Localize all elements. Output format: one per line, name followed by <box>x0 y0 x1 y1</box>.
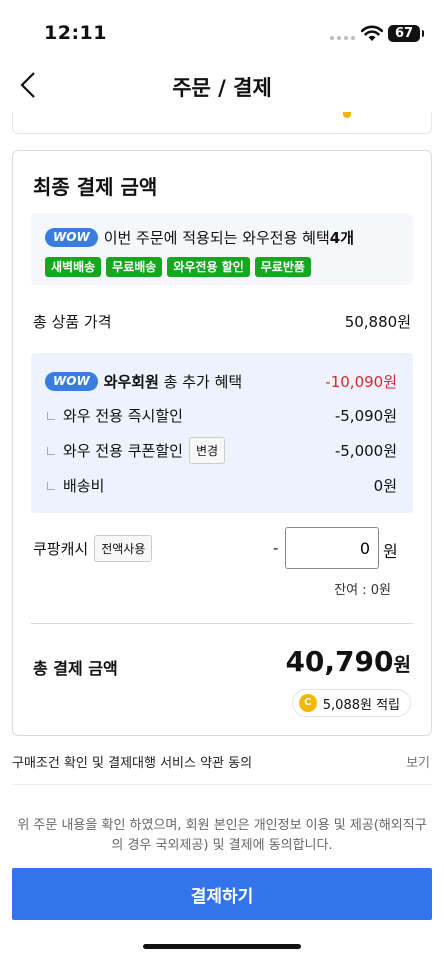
divider <box>12 784 432 785</box>
terms-view-link[interactable]: 보기 <box>406 752 430 771</box>
previous-section-edge <box>12 112 432 134</box>
wow-benefit-count: 4개 <box>329 229 355 247</box>
member-benefit-box: WOW 와우회원 총 추가 혜택 -10,090원 와우 전용 즉시할인 -5,… <box>31 353 413 513</box>
instant-discount-row: 와우 전용 즉시할인 -5,090원 <box>45 405 397 426</box>
chip-wow-discount: 와우전용 할인 <box>167 257 250 277</box>
chip-free-return: 무료반품 <box>254 257 311 277</box>
sub-item-mark <box>47 481 55 490</box>
final-total-amount: 40,790원 <box>285 645 411 678</box>
reward-points-badge: C 5,088원 적립 <box>291 689 411 717</box>
instant-discount-value: -5,090원 <box>334 407 397 425</box>
divider <box>31 623 413 624</box>
home-indicator <box>143 944 301 949</box>
cellular-signal-icon <box>330 36 355 40</box>
app-header: 주문 / 결제 <box>0 60 444 112</box>
product-total-label: 총 상품 가격 <box>33 313 112 331</box>
sub-item-mark <box>47 446 55 455</box>
pay-button[interactable]: 결제하기 <box>12 868 432 920</box>
coupang-cash-label: 쿠팡캐시 <box>33 539 89 558</box>
member-benefit-total: -10,090원 <box>325 373 397 391</box>
final-total-label: 총 결제 금액 <box>33 659 118 678</box>
cash-balance: 잔여 : 0원 <box>334 583 391 598</box>
wifi-icon <box>360 25 384 41</box>
status-time: 12:11 <box>44 22 107 44</box>
coupon-change-button[interactable]: 변경 <box>188 437 226 464</box>
terms-agreement-row: 구매조건 확인 및 결제대행 서비스 약관 동의 보기 <box>12 752 430 771</box>
consent-text: 위 주문 내용을 확인 하였으며, 회원 본인은 개인정보 이용 및 제공(해외… <box>17 818 427 853</box>
coupang-cash-row: 쿠팡캐시 전액사용 - 원 <box>33 527 411 569</box>
chip-free-shipping: 무료배송 <box>106 257 163 277</box>
product-total-row: 총 상품 가격 50,880원 <box>33 311 411 332</box>
coupon-discount-row: 와우 전용 쿠폰할인 변경 -5,000원 <box>45 437 397 464</box>
card-title: 최종 결제 금액 <box>33 175 158 199</box>
sub-item-mark <box>47 411 55 420</box>
shipping-fee-row: 배송비 0원 <box>45 475 397 496</box>
cash-minus-sign: - <box>273 539 279 557</box>
wow-benefit-line: WOW 이번 주문에 적용되는 와우전용 혜택4개 <box>45 227 354 248</box>
cash-unit: 원 <box>383 542 398 561</box>
instant-discount-label: 와우 전용 즉시할인 <box>63 407 183 425</box>
status-bar: 12:11 67 <box>0 0 444 60</box>
coupon-discount-value: -5,000원 <box>334 442 397 460</box>
use-all-cash-button[interactable]: 전액사용 <box>94 534 153 562</box>
terms-label: 구매조건 확인 및 결제대행 서비스 약관 동의 <box>12 756 253 771</box>
final-payment-card: 최종 결제 금액 WOW 이번 주문에 적용되는 와우전용 혜택4개 새벽배송 … <box>12 150 432 736</box>
coupon-discount-label: 와우 전용 쿠폰할인 <box>63 442 183 460</box>
wow-benefit-text: 이번 주문에 적용되는 와우전용 혜택4개 <box>103 229 355 247</box>
reward-points-text: 5,088원 적립 <box>322 697 400 713</box>
coin-icon: C <box>298 694 317 712</box>
page-title: 주문 / 결제 <box>172 76 272 100</box>
benefit-chips: 새벽배송 무료배송 와우전용 할인 무료반품 <box>45 257 311 277</box>
shipping-fee-value: 0원 <box>373 477 397 495</box>
coupang-cash-input[interactable] <box>285 527 379 569</box>
wow-badge: WOW <box>45 372 98 391</box>
product-total-value: 50,880원 <box>344 313 411 331</box>
chip-dawn-delivery: 새벽배송 <box>45 257 102 277</box>
battery-icon: 67 <box>388 25 424 42</box>
shipping-fee-label: 배송비 <box>63 477 105 495</box>
wow-benefits-box: WOW 이번 주문에 적용되는 와우전용 혜택4개 새벽배송 무료배송 와우전용… <box>31 213 413 285</box>
member-benefit-total-row: WOW 와우회원 총 추가 혜택 -10,090원 <box>45 371 397 392</box>
member-label: 와우회원 <box>103 373 159 391</box>
wow-badge: WOW <box>45 228 98 247</box>
